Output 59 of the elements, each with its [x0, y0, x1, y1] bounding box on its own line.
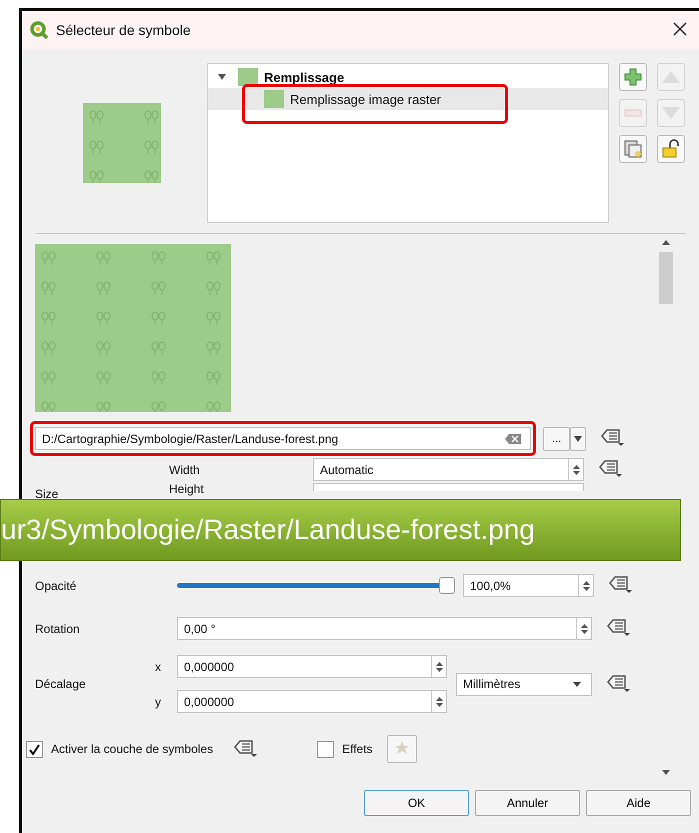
- field-label: Width: [169, 462, 201, 476]
- opacity-slider[interactable]: [177, 577, 455, 594]
- browse-button[interactable]: ...: [543, 426, 570, 450]
- down-arrow-icon[interactable]: [582, 586, 590, 590]
- scrollbar-thumb[interactable]: [659, 252, 673, 304]
- field-label: Size: [35, 487, 60, 501]
- up-arrow-icon[interactable]: [572, 464, 580, 468]
- tool-button[interactable]: [619, 135, 647, 163]
- field-label: Décalage: [35, 677, 87, 691]
- duplicate-icon: [624, 140, 642, 158]
- dialog-button[interactable]: Aide: [586, 790, 691, 816]
- checkbox-label: Activer la couche de symboles: [51, 742, 214, 756]
- offset-x-spinbox[interactable]: 0,000000: [177, 655, 447, 678]
- caret-icon: [573, 682, 581, 686]
- app-logo-icon: [30, 21, 48, 39]
- clear-icon[interactable]: [504, 432, 522, 444]
- plus-icon: [624, 68, 642, 86]
- slider-handle[interactable]: [439, 577, 455, 594]
- minus-icon: [624, 109, 642, 117]
- axis-label: x: [155, 660, 162, 674]
- field-label: Rotation: [35, 622, 81, 636]
- tree-label: Remplissage: [264, 70, 344, 84]
- annotation-banner: ur3/Symbologie/Raster/Landuse-forest.png: [0, 499, 681, 561]
- opacity-spinbox[interactable]: 100,0%: [463, 574, 594, 597]
- window-title: Sélecteur de symbole: [56, 22, 192, 38]
- file-path-field[interactable]: D:/Cartographie/Symbologie/Raster/Landuse-forest.png: [35, 427, 531, 450]
- dialog-button[interactable]: Annuler: [475, 790, 580, 816]
- dialog-button[interactable]: OK: [364, 790, 469, 816]
- down-arrow-icon[interactable]: [580, 630, 588, 634]
- dropdown-button[interactable]: [570, 426, 586, 450]
- checkbox[interactable]: [317, 740, 334, 758]
- caret-icon: [574, 436, 582, 442]
- tree-item[interactable]: Remplissage image raster: [208, 88, 608, 110]
- checkbox[interactable]: [26, 740, 43, 758]
- down-arrow-icon[interactable]: [662, 770, 670, 775]
- field-label: Height: [169, 483, 205, 496]
- down-arrow-icon[interactable]: [436, 668, 442, 672]
- color-swatch: [264, 90, 284, 108]
- up-arrow-icon[interactable]: [436, 696, 442, 700]
- field-label: Opacité: [35, 578, 78, 592]
- up-arrow-icon[interactable]: [582, 580, 590, 584]
- star-icon: [394, 740, 410, 756]
- tool-button[interactable]: [657, 135, 685, 163]
- up-arrow-icon[interactable]: [436, 662, 442, 666]
- down-arrow-icon[interactable]: [436, 702, 442, 706]
- width-spinbox[interactable]: Automatic: [313, 458, 584, 481]
- unit-dropdown[interactable]: Millimètres: [456, 672, 592, 696]
- up-arrow-icon[interactable]: [662, 240, 670, 245]
- offset-y-spinbox[interactable]: 0,000000: [177, 690, 447, 713]
- down-arrow-icon[interactable]: [572, 470, 580, 474]
- color-swatch: [238, 68, 258, 86]
- tree-item[interactable]: Remplissage: [208, 66, 608, 88]
- up-arrow-icon[interactable]: [580, 624, 588, 628]
- close-icon: [673, 22, 687, 36]
- rotation-spinbox[interactable]: 0,00 °: [177, 617, 592, 640]
- axis-label: y: [155, 694, 162, 708]
- padlock-icon: [661, 139, 681, 159]
- tree-label: Remplissage image raster: [290, 92, 442, 106]
- checkbox-label: Effets: [342, 742, 373, 756]
